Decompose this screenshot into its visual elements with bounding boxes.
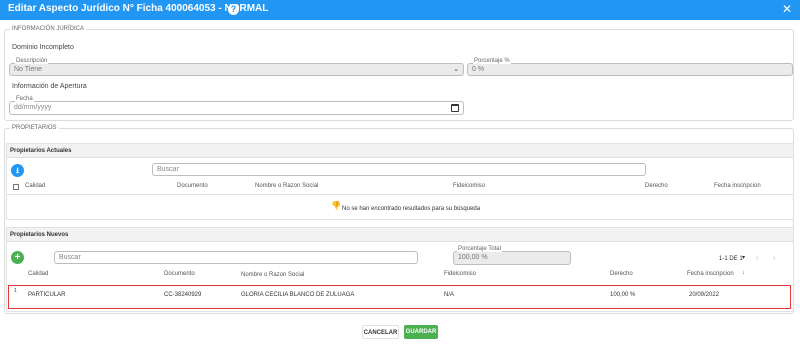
new-search-placeholder: Buscar (59, 254, 81, 261)
col-calidad: Calidad (25, 183, 46, 189)
question-icon[interactable]: ? (228, 4, 239, 15)
table-row[interactable] (8, 285, 791, 309)
sort-arrow-icon[interactable]: ↓ (742, 270, 745, 276)
cancel-button[interactable]: CANCELAR (362, 325, 399, 339)
save-button[interactable]: GUARDAR (404, 325, 438, 339)
new-owners-header: Propietarios Nuevos (7, 228, 793, 242)
porcentaje-label: Porcentaje % (473, 58, 511, 64)
thumbs-down-icon: 👎 (331, 201, 341, 210)
select-all-checkbox[interactable] (13, 184, 19, 190)
col-fideicomiso: Fideicomiso (444, 271, 477, 277)
col-fecha: Fecha inscripcion (687, 271, 734, 277)
descripcion-select[interactable]: No Tiene ⌄ (9, 63, 464, 76)
col-documento: Documento (164, 271, 195, 277)
col-nombre: Nombre o Razon Social (241, 272, 305, 278)
cell-fecha: 20/09/2022 (689, 292, 720, 298)
fecha-placeholder: dd/mm/yyyy (14, 104, 52, 111)
empty-message: No se han encontrado resultados para su … (342, 206, 481, 212)
download-icon[interactable]: ⭳ (11, 164, 24, 177)
current-owners-header: Propietarios Actuales (7, 144, 793, 158)
table-divider (7, 194, 793, 195)
next-page-icon[interactable]: › (773, 253, 776, 262)
row-index: 1 (14, 288, 17, 294)
pagination-dropdown-icon[interactable]: ▾ (742, 254, 745, 261)
dialog-titlebar: Editar Aspecto Jurídico N° Ficha 4000640… (0, 0, 800, 20)
domain-heading: Dominio Incompleto (12, 44, 74, 51)
porcentaje-total-value: 100,00 % (458, 254, 488, 261)
cell-calidad: PARTICULAR (28, 292, 66, 298)
col-derecho: Derecho (610, 271, 633, 277)
new-owners-title: Propietarios Nuevos (10, 232, 69, 238)
legal-info-legend: INFORMACIÓN JURÍDICA (10, 26, 86, 32)
col-documento: Documento (177, 183, 208, 189)
fecha-input[interactable]: dd/mm/yyyy (9, 101, 464, 115)
chevron-down-icon: ⌄ (453, 66, 459, 73)
apertura-heading: Información de Apertura (12, 83, 87, 90)
porcentaje-total-input: 100,00 % (453, 251, 571, 265)
cell-documento: CC-38240929 (164, 292, 202, 298)
col-nombre: Nombre o Razon Social (255, 183, 319, 189)
new-owners-search[interactable]: Buscar (54, 251, 418, 264)
fecha-label: Fecha (15, 96, 34, 102)
porcentaje-placeholder: 0 % (472, 66, 485, 73)
add-owner-button[interactable]: + (11, 251, 24, 264)
prev-page-icon[interactable]: ‹ (756, 253, 759, 262)
col-calidad: Calidad (28, 271, 49, 277)
current-owners-title: Propietarios Actuales (10, 148, 72, 154)
col-derecho: Derecho (645, 183, 668, 189)
descripcion-label: Descripción (15, 58, 49, 64)
cell-derecho: 100,00 % (610, 292, 636, 298)
cell-fideicomiso: N/A (444, 292, 455, 298)
calendar-icon[interactable] (451, 104, 459, 112)
col-fecha: Fecha inscripcion (714, 183, 761, 189)
descripcion-value: No Tiene (14, 66, 43, 73)
current-owners-search[interactable]: Buscar (152, 163, 646, 176)
close-icon[interactable]: ✕ (782, 3, 792, 16)
pagination-label: 1-1 DE 1 (719, 256, 743, 262)
col-fideicomiso: Fideicomiso (453, 183, 486, 189)
owners-legend: PROPIETARIOS (10, 125, 59, 131)
cell-nombre: GLORIA CECILIA BLANCO DE ZULUAGA (241, 292, 355, 298)
porcentaje-input[interactable]: 0 % (467, 63, 793, 76)
porcentaje-total-label: Porcentaje Total (457, 246, 502, 252)
current-search-placeholder: Buscar (157, 166, 179, 173)
